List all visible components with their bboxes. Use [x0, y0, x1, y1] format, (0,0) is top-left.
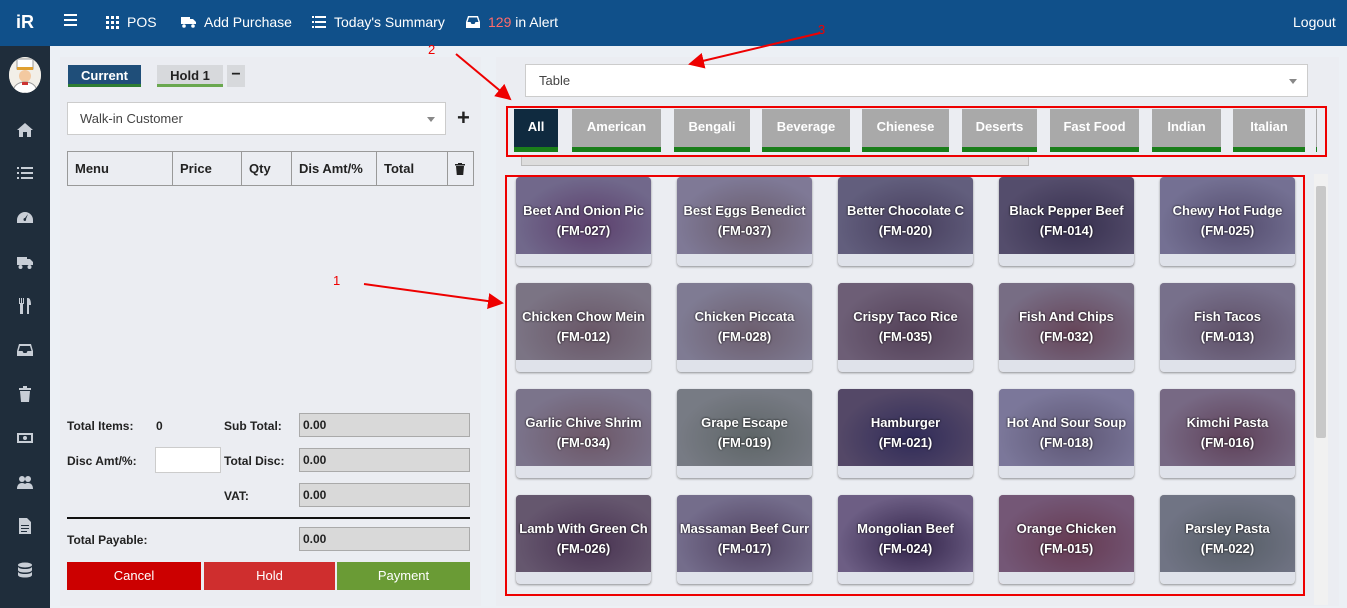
add-purchase-link[interactable]: Add Purchase [181, 14, 292, 30]
logout-link[interactable]: Logout [1293, 14, 1336, 30]
alert-count: 129 [488, 14, 512, 30]
todays-summary-link[interactable]: Today's Summary [312, 14, 445, 30]
cancel-button[interactable]: Cancel [67, 562, 201, 590]
logout-label: Logout [1293, 14, 1336, 30]
pos-label: POS [127, 14, 157, 30]
hamburger-icon [64, 14, 77, 26]
database-icon[interactable] [17, 562, 33, 578]
users-icon[interactable] [17, 474, 33, 490]
column-price: Price [173, 152, 242, 185]
tab-current[interactable]: Current [68, 65, 141, 87]
menu-toggle-button[interactable] [64, 14, 77, 26]
app-logo[interactable]: iR [16, 12, 34, 33]
hold-button[interactable]: Hold [204, 562, 335, 590]
customer-value: Walk-in Customer [80, 111, 183, 126]
order-panel: Current Hold 1 − Walk-in Customer + Menu… [60, 57, 481, 606]
chef-avatar-icon [9, 57, 41, 93]
payment-button[interactable]: Payment [337, 562, 470, 590]
total-items-label: Total Items: [67, 419, 134, 433]
clear-cart-button[interactable] [448, 152, 473, 185]
column-menu: Menu [68, 152, 173, 185]
list-icon [312, 16, 326, 28]
list-icon[interactable] [17, 166, 33, 182]
inbox-icon[interactable] [17, 342, 33, 358]
trash-icon [455, 163, 465, 175]
scrollbar-thumb[interactable] [1316, 186, 1326, 438]
sub-total-label: Sub Total: [224, 419, 282, 433]
add-purchase-label: Add Purchase [204, 14, 292, 30]
discount-input[interactable] [155, 447, 221, 473]
total-disc-value: 0.00 [299, 448, 470, 472]
divider [67, 517, 470, 519]
tab-hold-1[interactable]: Hold 1 [157, 65, 223, 87]
top-navbar: iR POS Add Purchase Today's Summary 129 … [0, 0, 1347, 46]
pos-link[interactable]: POS [106, 14, 157, 30]
cart-table-header: Menu Price Qty Dis Amt/% Total [67, 151, 474, 186]
truck-icon[interactable] [17, 254, 33, 270]
customer-select[interactable]: Walk-in Customer [67, 102, 446, 135]
annotation-label-3: 3 [818, 22, 826, 37]
trash-icon[interactable] [17, 386, 33, 402]
menu-grid-scrollbar[interactable] [1314, 174, 1328, 605]
avatar[interactable] [9, 57, 41, 93]
total-payable-value: 0.00 [299, 527, 470, 551]
table-select[interactable]: Table [525, 64, 1308, 97]
total-payable-label: Total Payable: [67, 533, 148, 547]
inbox-icon [466, 16, 480, 28]
chevron-down-icon [1289, 79, 1297, 84]
column-discount: Dis Amt/% [292, 152, 377, 185]
column-qty: Qty [242, 152, 292, 185]
total-items-value: 0 [156, 419, 163, 433]
annotation-box-menu-items [505, 175, 1305, 596]
cutlery-icon[interactable] [17, 298, 33, 314]
remove-hold-button[interactable]: − [227, 65, 245, 87]
document-icon[interactable] [17, 518, 33, 534]
chevron-down-icon [427, 117, 435, 122]
dashboard-icon[interactable] [17, 210, 33, 226]
add-customer-button[interactable]: + [457, 105, 470, 131]
vat-label: VAT: [224, 489, 249, 503]
annotation-label-2: 2 [428, 42, 436, 57]
truck-icon [181, 17, 196, 28]
table-select-value: Table [539, 73, 571, 88]
sidebar [0, 46, 50, 608]
grid-icon [106, 15, 119, 29]
todays-summary-label: Today's Summary [334, 14, 445, 30]
vat-value: 0.00 [299, 483, 470, 507]
disc-amt-label: Disc Amt/%: [67, 454, 137, 468]
annotation-box-categories [506, 106, 1327, 157]
alert-label: in Alert [515, 14, 559, 30]
home-icon[interactable] [17, 122, 33, 138]
annotation-label-1: 1 [333, 273, 341, 288]
alert-link[interactable]: 129 in Alert [466, 14, 558, 30]
total-disc-label: Total Disc: [224, 454, 285, 468]
sub-total-value: 0.00 [299, 413, 470, 437]
money-icon[interactable] [17, 430, 33, 446]
column-total: Total [377, 152, 448, 185]
